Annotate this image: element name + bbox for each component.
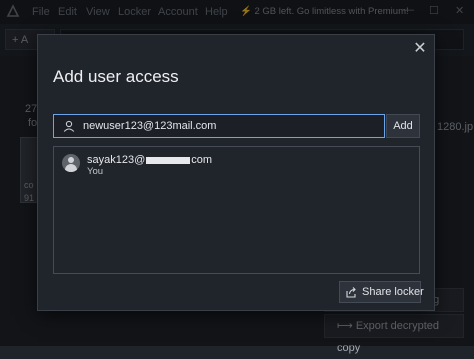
user-email-prefix: sayak123@ (87, 154, 146, 166)
share-locker-label: Share locker (362, 286, 424, 298)
user-email-suffix: com (191, 154, 213, 166)
add-user-dialog: ✕ Add user access newuser123@123mail.com… (37, 34, 435, 311)
list-item[interactable]: sayak123@ com You (54, 147, 419, 179)
user-icon (63, 120, 75, 132)
redaction-mark (146, 156, 191, 164)
user-email: sayak123@ com (87, 154, 212, 166)
user-access-list: sayak123@ com You (53, 146, 420, 274)
share-locker-button[interactable]: Share locker (339, 281, 424, 303)
add-button[interactable]: Add (386, 114, 420, 138)
avatar (62, 154, 80, 172)
email-field-value: newuser123@123mail.com (83, 120, 217, 132)
close-icon[interactable]: ✕ (412, 41, 428, 57)
email-field[interactable]: newuser123@123mail.com (53, 114, 385, 138)
share-icon (346, 287, 356, 298)
dialog-title: Add user access (53, 67, 179, 86)
user-role: You (87, 166, 104, 177)
